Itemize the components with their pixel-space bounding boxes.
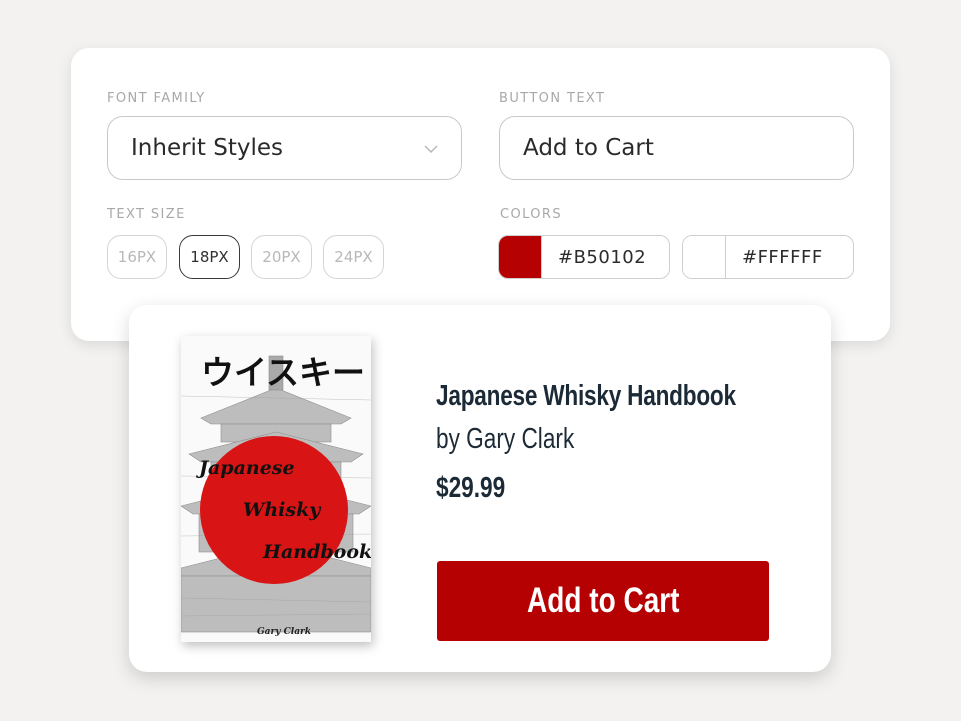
book-cover-image: ウイスキー Japanese Whisky Handbook Gary Clar… (181, 336, 371, 642)
text-size-option-16[interactable]: 16PX (107, 235, 167, 279)
secondary-color-field[interactable]: #FFFFFF (682, 235, 854, 279)
text-size-label: TEXT SIZE (107, 207, 186, 222)
button-text-value: Add to Cart (523, 135, 654, 161)
secondary-color-swatch[interactable] (683, 236, 726, 278)
product-preview-card: ウイスキー Japanese Whisky Handbook Gary Clar… (129, 305, 831, 672)
primary-color-swatch[interactable] (499, 236, 542, 278)
primary-color-hex[interactable]: #B50102 (542, 247, 646, 268)
secondary-color-hex[interactable]: #FFFFFF (726, 247, 823, 268)
font-family-label: FONT FAMILY (107, 91, 206, 106)
add-to-cart-label: Add to Cart (526, 581, 680, 620)
text-size-option-20[interactable]: 20PX (251, 235, 312, 279)
cover-author: Gary Clark (257, 627, 311, 637)
button-text-label: BUTTON TEXT (499, 91, 606, 106)
font-family-value: Inherit Styles (131, 135, 284, 161)
product-author: by Gary Clark (436, 423, 575, 455)
colors-label: COLORS (500, 207, 563, 222)
text-size-option-24[interactable]: 24PX (323, 235, 384, 279)
button-text-input[interactable]: Add to Cart (499, 116, 854, 180)
chevron-down-icon (424, 145, 438, 153)
primary-color-field[interactable]: #B50102 (498, 235, 670, 279)
product-title: Japanese Whisky Handbook (436, 380, 736, 412)
text-size-option-18[interactable]: 18PX (179, 235, 240, 279)
cover-title-line-1: Japanese (196, 457, 295, 479)
product-info: Japanese Whisky Handbook by Gary Clark $… (436, 380, 820, 505)
product-price: $29.99 (436, 472, 506, 504)
font-family-select[interactable]: Inherit Styles (107, 116, 462, 180)
style-settings-panel: FONT FAMILY Inherit Styles BUTTON TEXT A… (71, 48, 890, 341)
cover-title-line-3: Handbook (262, 541, 371, 563)
add-to-cart-button[interactable]: Add to Cart (437, 561, 769, 641)
cover-title-line-2: Whisky (243, 499, 322, 521)
cover-japanese-title: ウイスキー (201, 353, 365, 392)
